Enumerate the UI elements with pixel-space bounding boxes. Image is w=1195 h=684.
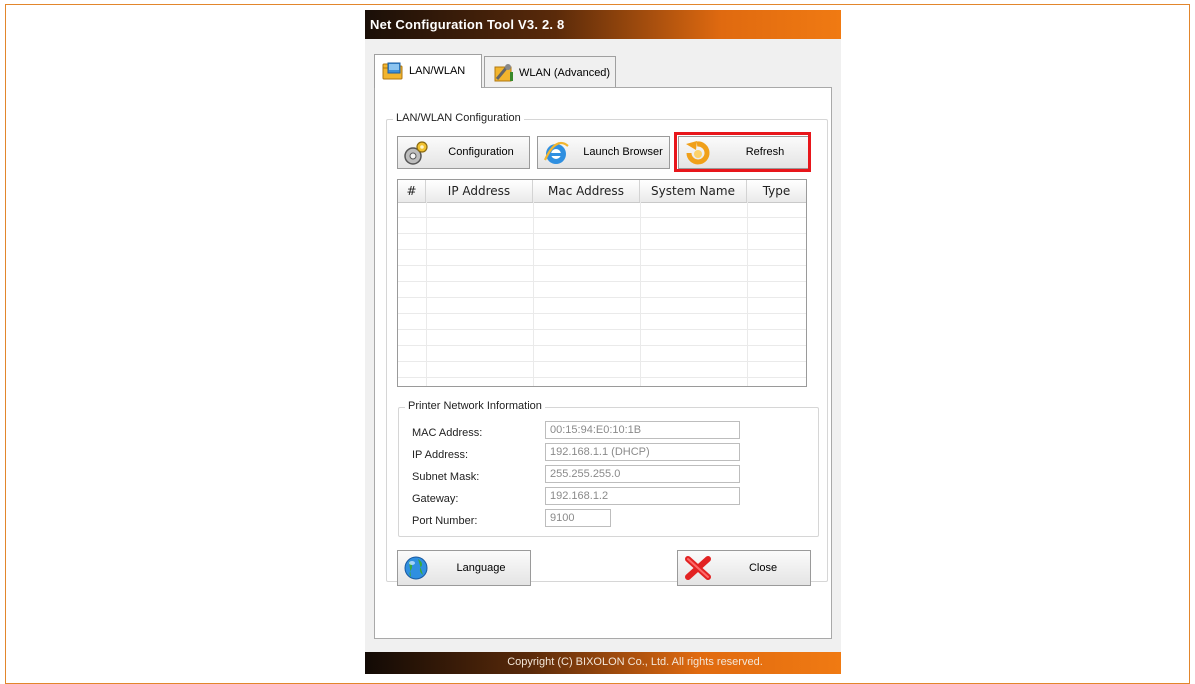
column-header-ip-address[interactable]: IP Address xyxy=(426,180,533,202)
empty-table-row xyxy=(398,250,806,266)
close-icon xyxy=(685,556,711,580)
gateway-field: 192.168.1.2 xyxy=(545,487,740,505)
copyright-text: Copyright (C) BIXOLON Co., Ltd. All righ… xyxy=(507,656,763,668)
network-info-legend: Printer Network Information xyxy=(405,400,545,412)
empty-table-row xyxy=(398,218,806,234)
tab-panel: LAN/WLAN Configuration Configuration Lau… xyxy=(374,87,832,639)
mac-address-field: 00:15:94:E0:10:1B xyxy=(545,421,740,439)
footer-bar: Copyright (C) BIXOLON Co., Ltd. All righ… xyxy=(365,652,841,674)
internet-explorer-icon xyxy=(544,142,569,164)
ip-address-field: 192.168.1.1 (DHCP) xyxy=(545,443,740,461)
subnet-mask-field: 255.255.255.0 xyxy=(545,465,740,483)
tab-lan-wlan-label: LAN/WLAN xyxy=(409,65,466,77)
device-table-header: # IP Address Mac Address System Name Typ… xyxy=(398,180,806,203)
close-button-label: Close xyxy=(748,562,778,574)
config-group-legend: LAN/WLAN Configuration xyxy=(393,112,524,124)
subnet-mask-label: Subnet Mask: xyxy=(412,471,480,483)
globe-icon xyxy=(404,556,428,580)
network-folder-icon xyxy=(382,62,403,80)
column-header-type[interactable]: Type xyxy=(747,180,806,202)
launch-browser-button-label: Launch Browser xyxy=(583,146,663,158)
device-table[interactable]: # IP Address Mac Address System Name Typ… xyxy=(397,179,807,387)
configuration-button[interactable]: Configuration xyxy=(397,136,530,169)
gateway-label: Gateway: xyxy=(412,493,459,505)
refresh-highlight-box xyxy=(674,132,811,172)
tab-wlan-advanced-label: WLAN (Advanced) xyxy=(519,67,611,79)
port-number-field: 9100 xyxy=(545,509,611,527)
empty-table-row xyxy=(398,282,806,298)
window-title: Net Configuration Tool V3. 2. 8 xyxy=(370,17,565,32)
app-window: Net Configuration Tool V3. 2. 8 LAN/WLAN… xyxy=(365,10,841,674)
close-button[interactable]: Close xyxy=(677,550,811,586)
empty-table-row xyxy=(398,234,806,250)
empty-table-row xyxy=(398,202,806,218)
gears-icon xyxy=(404,141,428,165)
empty-table-row xyxy=(398,330,806,346)
configuration-button-label: Configuration xyxy=(448,146,514,158)
launch-browser-button[interactable]: Launch Browser xyxy=(537,136,670,169)
wireless-tools-icon xyxy=(494,64,513,82)
column-header-number[interactable]: # xyxy=(398,180,426,202)
empty-table-row xyxy=(398,314,806,330)
mac-address-label: MAC Address: xyxy=(412,427,483,439)
tab-wlan-advanced[interactable]: WLAN (Advanced) xyxy=(484,56,616,88)
tab-lan-wlan[interactable]: LAN/WLAN xyxy=(374,54,482,88)
language-button[interactable]: Language xyxy=(397,550,531,586)
column-header-system-name[interactable]: System Name xyxy=(640,180,747,202)
empty-table-row xyxy=(398,266,806,282)
empty-table-row xyxy=(398,346,806,362)
empty-table-row xyxy=(398,298,806,314)
language-button-label: Language xyxy=(456,562,506,574)
column-header-mac-address[interactable]: Mac Address xyxy=(533,180,640,202)
empty-table-row xyxy=(398,362,806,378)
port-number-label: Port Number: xyxy=(412,515,478,527)
ip-address-label: IP Address: xyxy=(412,449,469,461)
title-bar[interactable]: Net Configuration Tool V3. 2. 8 xyxy=(365,10,841,39)
